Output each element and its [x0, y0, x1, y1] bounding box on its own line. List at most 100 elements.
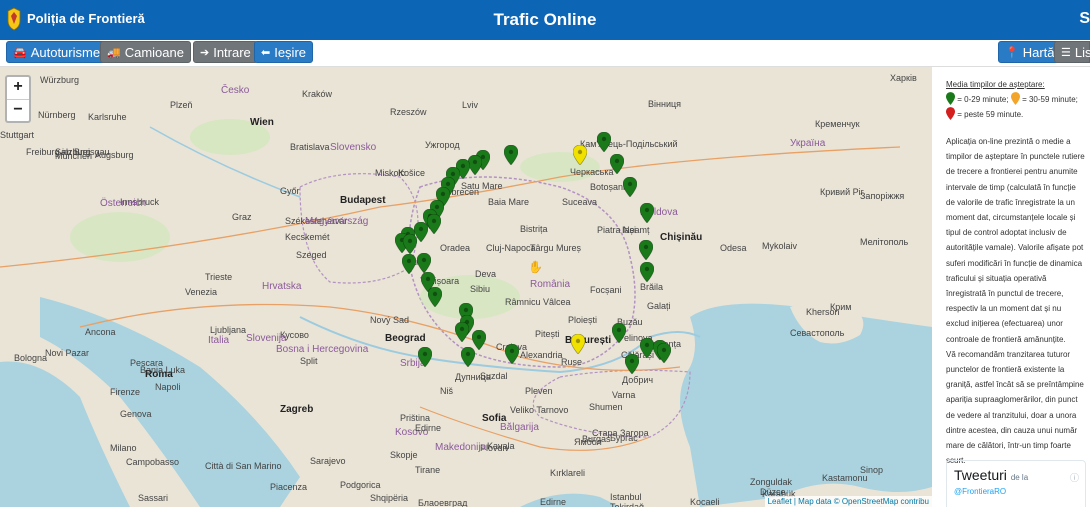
map-label: Sassari	[138, 493, 169, 503]
map-label: Česko	[221, 85, 250, 96]
map-label: Lviv	[462, 100, 479, 110]
camioane-button[interactable]: 🚚 Camioane	[100, 41, 191, 63]
border-point-marker-green[interactable]	[427, 214, 441, 234]
map-label: Beograd	[385, 333, 426, 344]
border-point-marker-green[interactable]	[461, 347, 475, 367]
map-label: Edirne	[540, 497, 567, 507]
tweets-by-text: de la	[1010, 473, 1029, 482]
map-label: Sinop	[860, 465, 884, 475]
border-point-marker-green[interactable]	[455, 322, 469, 342]
map-label: Bologna	[14, 353, 48, 363]
map-view[interactable]: + − Würzburg Nürnberg Karlsruhe Stuttgart Fr…	[0, 67, 932, 507]
map-label: Pitești	[535, 329, 560, 339]
border-point-marker-green[interactable]	[402, 254, 416, 274]
map-label: Italia	[208, 335, 230, 346]
tweets-handle[interactable]: @FrontieraRO	[954, 487, 1006, 496]
map-marker-icon: 📍	[1005, 46, 1019, 59]
map-label: Slovensko	[330, 142, 377, 153]
map-label: Plzeň	[170, 100, 193, 110]
map-label: Oradea	[440, 243, 471, 253]
map-label: Skopje	[390, 450, 418, 460]
map-label: Galați	[647, 301, 671, 311]
map-label: Târgu Mureș	[530, 243, 582, 253]
map-label: Hrvatska	[262, 281, 302, 292]
map-label: Veliko Tarnovo	[510, 405, 569, 415]
hand-cursor-icon: ✋	[528, 260, 543, 274]
map-label: Kavala	[487, 441, 515, 451]
lista-label: Lis	[1074, 44, 1090, 60]
tweets-widget[interactable]: Tweeturi de la ⓘ @FrontieraRO	[946, 460, 1086, 507]
border-point-marker-green[interactable]	[505, 344, 519, 364]
border-point-marker-green[interactable]	[640, 338, 654, 358]
map-label: Trieste	[205, 272, 233, 282]
yellow-pin-icon	[1010, 92, 1020, 105]
map-label: Würzburg	[40, 75, 80, 85]
legend-row-red: = peste 59 minute.	[946, 107, 1090, 122]
border-point-marker-yellow[interactable]	[571, 334, 585, 354]
map-label: Kırklareli	[550, 468, 586, 478]
border-point-marker-green[interactable]	[417, 253, 431, 273]
map-label: Харків	[890, 73, 917, 83]
map-label: Черкаська	[570, 167, 614, 177]
border-point-marker-green[interactable]	[639, 240, 653, 260]
border-point-marker-green[interactable]	[640, 262, 654, 282]
map-label: Ruse	[561, 357, 583, 367]
border-point-marker-green[interactable]	[610, 154, 624, 174]
map-label: Sibiu	[470, 284, 491, 294]
map-label: Запоріжжя	[860, 191, 905, 201]
zoom-out-button[interactable]: −	[7, 100, 29, 122]
map-label: Budapest	[340, 195, 386, 206]
tweets-title-text: Tweeturi	[954, 467, 1007, 483]
border-point-marker-green[interactable]	[612, 323, 626, 343]
border-point-marker-green[interactable]	[468, 155, 482, 175]
map-label: Бургас	[610, 433, 638, 443]
intrare-button[interactable]: ➔ Intrare	[193, 41, 258, 63]
intrare-label: Intrare	[213, 44, 251, 60]
menu-toggle[interactable]: S	[1079, 10, 1090, 28]
zoom-in-button[interactable]: +	[7, 77, 29, 100]
red-pin-icon	[946, 107, 955, 120]
map-label: Szeged	[296, 250, 327, 260]
legend-green-text: = 0-29 minute;	[957, 95, 1009, 104]
map-label: Shqipëria	[370, 493, 409, 503]
border-point-marker-green[interactable]	[403, 234, 417, 254]
border-point-marker-green[interactable]	[504, 145, 518, 165]
map-label: Sarajevo	[310, 456, 346, 466]
border-point-marker-green[interactable]	[597, 132, 611, 152]
border-point-marker-green[interactable]	[418, 347, 432, 367]
map-label: Istanbul	[610, 492, 642, 502]
border-point-marker-green[interactable]	[640, 203, 654, 223]
iesire-button[interactable]: ⬅ Ieșire	[254, 41, 314, 63]
map-label: Botoșani	[590, 182, 626, 192]
border-point-marker-green[interactable]	[657, 343, 671, 363]
info-paragraph-2: Vă recomandăm tranzitarea tuturor puncte…	[946, 349, 1084, 466]
green-pin-icon	[946, 92, 955, 105]
map-label: Deva	[475, 269, 497, 279]
map-label: Venezia	[185, 287, 218, 297]
toolbar: 🚘 Autoturisme 🚚 Camioane ➔ Intrare ⬅ Ieș…	[0, 40, 1090, 67]
border-point-marker-green[interactable]	[625, 354, 639, 374]
map-label: Kecskemét	[285, 232, 330, 242]
harta-button[interactable]: 📍 Hartă	[998, 41, 1062, 63]
map-label: Tirane	[415, 465, 441, 475]
map-label: Split	[300, 356, 318, 366]
map-label: Bratislava	[290, 142, 330, 152]
arrow-left-icon: ⬅	[261, 46, 271, 59]
border-point-marker-yellow[interactable]	[573, 145, 587, 165]
map-label: Kraków	[302, 89, 333, 99]
border-point-marker-green[interactable]	[428, 287, 442, 307]
info-icon[interactable]: ⓘ	[1070, 471, 1079, 484]
map-tiles[interactable]	[0, 67, 932, 507]
autoturisme-button[interactable]: 🚘 Autoturisme	[6, 41, 108, 63]
map-label: Stuttgart	[0, 130, 35, 140]
sidebar: Media timpilor de așteptare: = 0-29 minu…	[934, 67, 1090, 507]
truck-icon: 🚚	[107, 46, 121, 59]
map-label: Győr	[280, 186, 300, 196]
lista-button[interactable]: ☰ Lis	[1054, 41, 1090, 63]
map-label: Mykolaiv	[762, 241, 798, 251]
attribution-link[interactable]: Leaflet | Map data © OpenStreetMap contr…	[768, 497, 929, 506]
iesire-label: Ieșire	[274, 44, 307, 60]
map-label: Tekirdağ	[610, 502, 645, 507]
map-label: Genova	[120, 409, 152, 419]
border-point-marker-green[interactable]	[623, 177, 637, 197]
